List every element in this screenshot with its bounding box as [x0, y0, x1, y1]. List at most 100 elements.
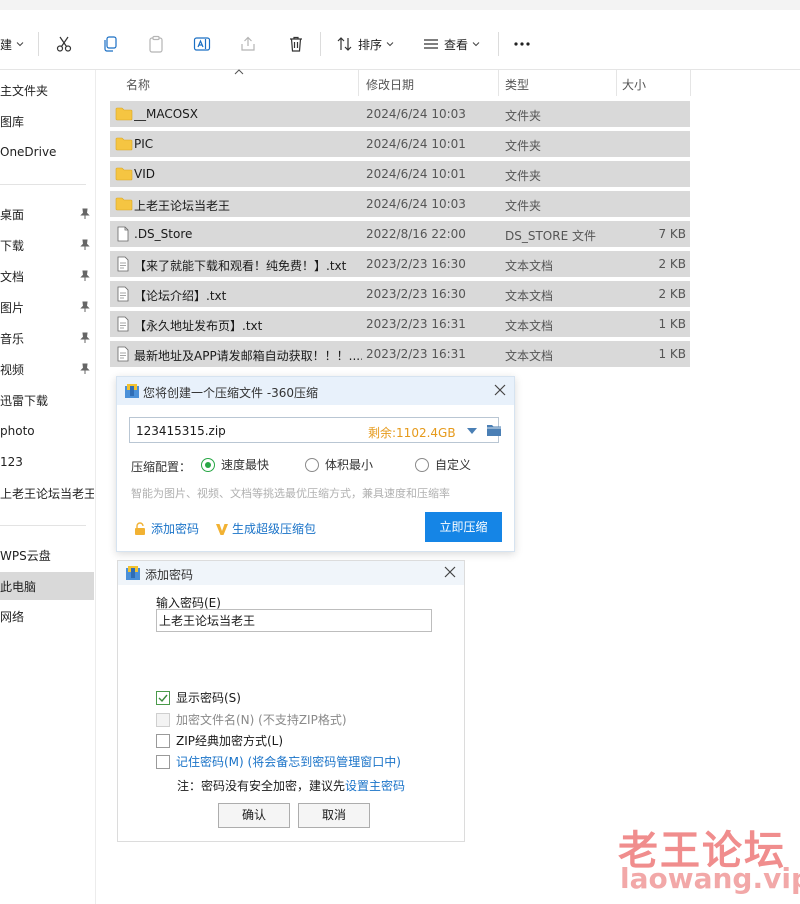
file-size: 2 KB: [658, 287, 686, 301]
sidebar-item-gallery[interactable]: 图库: [0, 110, 94, 132]
folder-icon: [115, 137, 133, 151]
sort-button[interactable]: 排序: [336, 32, 394, 56]
more-options-button[interactable]: [512, 32, 532, 56]
file-row[interactable]: 【论坛介绍】.txt 2023/2/23 16:30 文本文档 2 KB: [110, 281, 690, 307]
file-row[interactable]: .DS_Store 2022/8/16 22:00 DS_STORE 文件 7 …: [110, 221, 690, 247]
show-password-checkbox[interactable]: 显示密码(S): [156, 689, 241, 706]
clipboard-icon: [149, 35, 163, 53]
rename-icon: [193, 37, 211, 51]
confirm-button[interactable]: 确认: [218, 803, 290, 828]
sidebar-item-home[interactable]: 主文件夹: [0, 79, 94, 101]
file-icon: [117, 226, 129, 242]
file-row[interactable]: 【来了就能下载和观看！纯免费！】.txt 2023/2/23 16:30 文本文…: [110, 251, 690, 277]
file-date: 2023/2/23 16:31: [366, 317, 466, 331]
sidebar-item-music[interactable]: 音乐: [0, 327, 94, 349]
sidebar-item-network[interactable]: 网络: [0, 605, 94, 627]
new-button[interactable]: 建: [0, 32, 24, 56]
copy-button[interactable]: [100, 32, 120, 56]
file-size: 7 KB: [658, 227, 686, 241]
archive-filename-value[interactable]: 123415315.zip: [136, 424, 226, 438]
compress-dialog-titlebar[interactable]: 您将创建一个压缩文件 -360压缩: [117, 377, 514, 405]
sidebar-item-desktop[interactable]: 桌面: [0, 203, 94, 225]
zip-classic-encryption-checkbox[interactable]: ZIP经典加密方式(L): [156, 732, 283, 749]
sidebar-item-wps-cloud[interactable]: WPS云盘: [0, 544, 94, 566]
text-file-icon: [117, 256, 129, 272]
column-header-row: 名称 修改日期 类型 大小: [110, 69, 692, 96]
close-icon[interactable]: [443, 565, 457, 579]
super-compress-link[interactable]: 生成超级压缩包: [215, 520, 316, 537]
sidebar-item-this-pc[interactable]: 此电脑: [0, 572, 94, 600]
cut-button[interactable]: [54, 32, 74, 56]
password-input[interactable]: [156, 609, 432, 632]
archive-app-icon: [125, 384, 139, 398]
column-header-size[interactable]: 大小: [622, 76, 646, 93]
rename-button[interactable]: [192, 32, 212, 56]
archive-filename-field[interactable]: 123415315.zip 剩余:1102.4GB: [129, 417, 502, 443]
sidebar-item-downloads[interactable]: 下载: [0, 234, 94, 256]
compress-dialog-title: 您将创建一个压缩文件 -360压缩: [143, 386, 319, 400]
sidebar-item-laowang[interactable]: 上老王论坛当老王: [0, 482, 94, 504]
sidebar-item-thunder-downloads[interactable]: 迅雷下载: [0, 389, 94, 411]
file-row[interactable]: VID 2024/6/24 10:01 文件夹: [110, 161, 690, 187]
pin-icon: [80, 363, 90, 374]
column-separator[interactable]: [690, 70, 691, 96]
view-label: 查看: [444, 37, 469, 52]
dropdown-arrow-icon[interactable]: [466, 427, 478, 435]
compress-dialog: 您将创建一个压缩文件 -360压缩 123415315.zip 剩余:1102.…: [116, 376, 515, 552]
column-separator[interactable]: [498, 70, 499, 96]
security-note: 注：密码没有安全加密，建议先设置主密码: [177, 777, 405, 794]
option-fastest-radio[interactable]: 速度最快: [201, 456, 269, 473]
close-icon[interactable]: [493, 383, 507, 397]
paste-button[interactable]: [146, 32, 166, 56]
browse-folder-icon[interactable]: [486, 423, 502, 437]
sidebar-item-videos[interactable]: 视频: [0, 358, 94, 380]
set-master-password-link[interactable]: 设置主密码: [345, 779, 405, 793]
sidebar-item-documents[interactable]: 文档: [0, 265, 94, 287]
delete-button[interactable]: [286, 32, 306, 56]
file-date: 2024/6/24 10:03: [366, 107, 466, 121]
scissors-icon: [56, 36, 72, 52]
file-row[interactable]: __MACOSX 2024/6/24 10:03 文件夹: [110, 101, 690, 127]
column-separator[interactable]: [358, 70, 359, 96]
pin-icon: [80, 270, 90, 281]
sidebar-item-pictures[interactable]: 图片: [0, 296, 94, 318]
column-separator[interactable]: [616, 70, 617, 96]
add-password-link[interactable]: 添加密码: [133, 520, 199, 537]
trash-icon: [290, 36, 302, 52]
view-button[interactable]: 查看: [422, 32, 480, 56]
text-file-icon: [117, 346, 129, 362]
password-dialog-titlebar[interactable]: 添加密码: [118, 561, 464, 585]
file-name: 最新地址及APP请发邮箱自动获取！！！....: [134, 349, 362, 363]
chevron-down-icon: [386, 42, 394, 47]
lock-icon: [135, 521, 145, 535]
sort-ascending-icon: [234, 69, 244, 75]
sidebar-item-photo[interactable]: photo: [0, 420, 94, 442]
title-strip: [0, 0, 800, 10]
file-row[interactable]: 上老王论坛当老王 2024/6/24 10:03 文件夹: [110, 191, 690, 217]
sidebar-item-label: WPS云盘: [0, 548, 51, 563]
share-button[interactable]: [238, 32, 258, 56]
folder-icon: [115, 167, 133, 181]
column-header-name[interactable]: 名称: [126, 76, 150, 93]
option-custom-radio[interactable]: 自定义: [415, 456, 471, 473]
file-row[interactable]: 最新地址及APP请发邮箱自动获取！！！.... 2023/2/23 16:31 …: [110, 341, 690, 367]
file-row[interactable]: PIC 2024/6/24 10:01 文件夹: [110, 131, 690, 157]
pin-icon: [80, 239, 90, 250]
column-header-type[interactable]: 类型: [505, 76, 529, 93]
add-password-dialog: 添加密码 输入密码(E) 显示密码(S) 加密文件名(N) (不支持ZIP格式)…: [117, 560, 465, 842]
file-type: 文本文档: [505, 259, 554, 273]
compress-now-button[interactable]: 立即压缩: [425, 512, 502, 542]
sidebar-item-label: 上老王论坛当老王: [0, 486, 94, 501]
remember-password-checkbox[interactable]: 记住密码(M) (将会备忘到密码管理窗口中): [156, 753, 401, 770]
sidebar-item-onedrive[interactable]: OneDrive: [0, 141, 94, 163]
column-header-date[interactable]: 修改日期: [366, 76, 414, 93]
option-smallest-radio[interactable]: 体积最小: [305, 456, 373, 473]
cancel-button[interactable]: 取消: [298, 803, 370, 828]
archive-app-icon: [126, 566, 140, 580]
sidebar-item-label: 此电脑: [0, 579, 37, 594]
toolbar-separator: [38, 32, 39, 56]
checkbox-label: 加密文件名(N) (不支持ZIP格式): [176, 713, 347, 727]
text-file-icon: [117, 286, 129, 302]
sidebar-item-123[interactable]: 123: [0, 451, 94, 473]
file-row[interactable]: 【永久地址发布页】.txt 2023/2/23 16:31 文本文档 1 KB: [110, 311, 690, 337]
